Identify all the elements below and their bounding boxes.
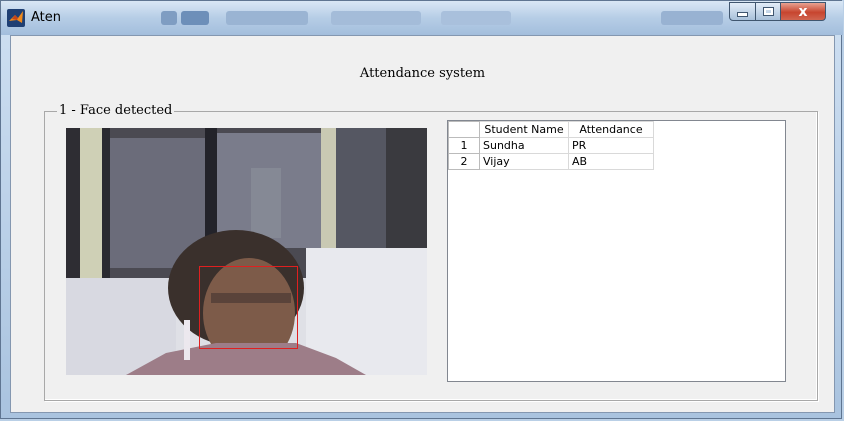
table-row: 1 Sundha PR — [448, 137, 654, 154]
column-header-attendance[interactable]: Attendance — [568, 121, 654, 138]
face-detection-box — [199, 266, 298, 349]
title-bar[interactable]: Aten x — [1, 1, 843, 35]
matlab-icon — [7, 9, 25, 27]
minimize-button[interactable] — [729, 2, 756, 21]
attendance-cell[interactable]: PR — [568, 137, 654, 154]
attendance-cell[interactable]: AB — [568, 153, 654, 170]
row-header[interactable]: 2 — [448, 153, 480, 170]
table-corner-cell — [448, 121, 480, 138]
close-button[interactable]: x — [780, 2, 826, 21]
camera-feed — [66, 128, 427, 375]
app-window: Aten x Attendance system 1 - Face detect… — [0, 0, 843, 419]
blurred-tab — [661, 11, 723, 25]
minimize-icon — [737, 12, 748, 17]
student-name-cell[interactable]: Vijay — [479, 153, 569, 170]
maximize-icon — [762, 7, 774, 16]
blurred-tab — [441, 11, 511, 25]
close-icon: x — [798, 3, 808, 20]
attendance-grid: Student Name Attendance 1 Sundha PR 2 Vi… — [448, 121, 654, 170]
blurred-tab — [181, 11, 209, 25]
panel-title: 1 - Face detected — [57, 103, 175, 118]
app-heading: Attendance system — [359, 66, 486, 81]
figure-client-area: Attendance system 1 - Face detected Stud… — [10, 35, 835, 413]
row-header[interactable]: 1 — [448, 137, 480, 154]
blurred-tab — [161, 11, 177, 25]
column-header-student-name[interactable]: Student Name — [479, 121, 569, 138]
table-row: 2 Vijay AB — [448, 153, 654, 170]
window-title: Aten — [31, 10, 61, 25]
blurred-tab — [226, 11, 308, 25]
maximize-button[interactable] — [755, 2, 781, 21]
student-name-cell[interactable]: Sundha — [479, 137, 569, 154]
table-header-row: Student Name Attendance — [448, 121, 654, 138]
attendance-table[interactable]: Student Name Attendance 1 Sundha PR 2 Vi… — [447, 120, 786, 382]
blurred-tab — [331, 11, 421, 25]
